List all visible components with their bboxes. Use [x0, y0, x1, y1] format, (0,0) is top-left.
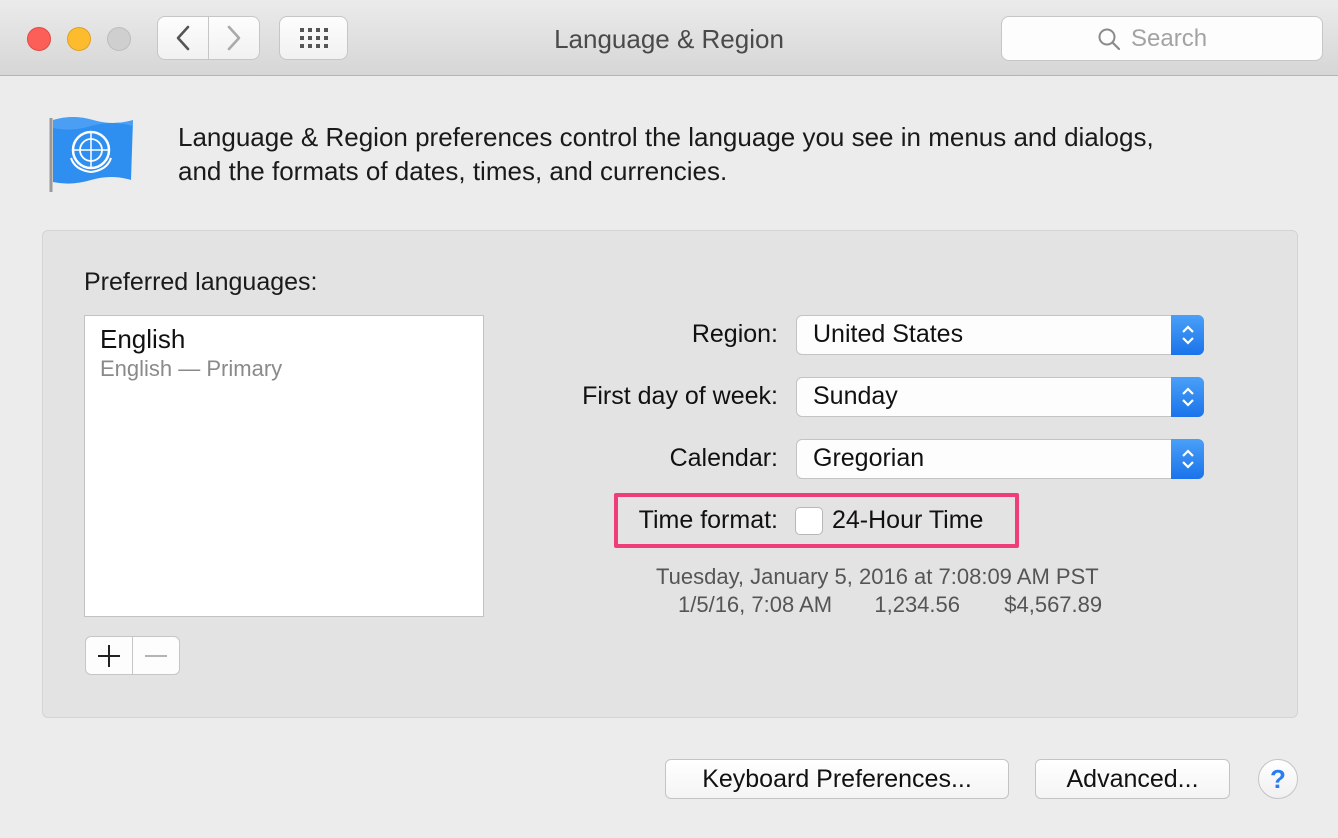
- first-day-value: Sunday: [813, 382, 898, 410]
- time-format-label: Time format:: [638, 506, 778, 534]
- title-bar: Language & Region: [0, 0, 1338, 76]
- region-popup[interactable]: United States: [796, 315, 1204, 355]
- calendar-value: Gregorian: [813, 444, 925, 472]
- intro-line-2: and the formats of dates, times, and cur…: [178, 156, 728, 186]
- search-input[interactable]: [1131, 24, 1227, 53]
- preferred-languages-label: Preferred languages:: [84, 268, 318, 296]
- sample-short-date: 1/5/16, 7:08 AM: [678, 592, 833, 617]
- 24-hour-time-checkbox[interactable]: [795, 507, 823, 535]
- sample-formats: 1/5/16, 7:08 AM 1,234.56 $4,567.89: [678, 592, 1102, 618]
- search-icon: [1098, 28, 1121, 50]
- region-value: United States: [813, 320, 964, 348]
- language-item-name[interactable]: English: [100, 324, 185, 355]
- search-field[interactable]: [1001, 16, 1323, 61]
- minus-icon: [145, 654, 167, 657]
- 24-hour-time-label[interactable]: 24-Hour Time: [832, 506, 983, 535]
- sample-number: 1,234.56: [874, 592, 960, 617]
- add-language-button[interactable]: [85, 636, 133, 675]
- intro-text: Language & Region preferences control th…: [178, 120, 1278, 188]
- plus-icon: [98, 644, 120, 667]
- first-day-label: First day of week:: [582, 382, 778, 410]
- stepper-icon: [1171, 315, 1204, 355]
- keyboard-preferences-button[interactable]: Keyboard Preferences...: [665, 759, 1009, 799]
- first-day-popup[interactable]: Sunday: [796, 377, 1204, 417]
- language-item-subtitle: English — Primary: [100, 356, 283, 381]
- advanced-button[interactable]: Advanced...: [1035, 759, 1230, 799]
- sample-currency: $4,567.89: [1004, 592, 1103, 617]
- help-button[interactable]: ?: [1258, 759, 1298, 799]
- help-icon: ?: [1270, 763, 1286, 794]
- remove-language-button[interactable]: [132, 636, 180, 675]
- intro-line-1: Language & Region preferences control th…: [178, 122, 1154, 152]
- region-label: Region:: [691, 320, 778, 348]
- un-flag-icon: [49, 117, 133, 192]
- calendar-label: Calendar:: [669, 444, 778, 472]
- sample-long-date: Tuesday, January 5, 2016 at 7:08:09 AM P…: [656, 564, 1099, 589]
- stepper-icon: [1171, 439, 1204, 479]
- stepper-icon: [1171, 377, 1204, 417]
- calendar-popup[interactable]: Gregorian: [796, 439, 1204, 479]
